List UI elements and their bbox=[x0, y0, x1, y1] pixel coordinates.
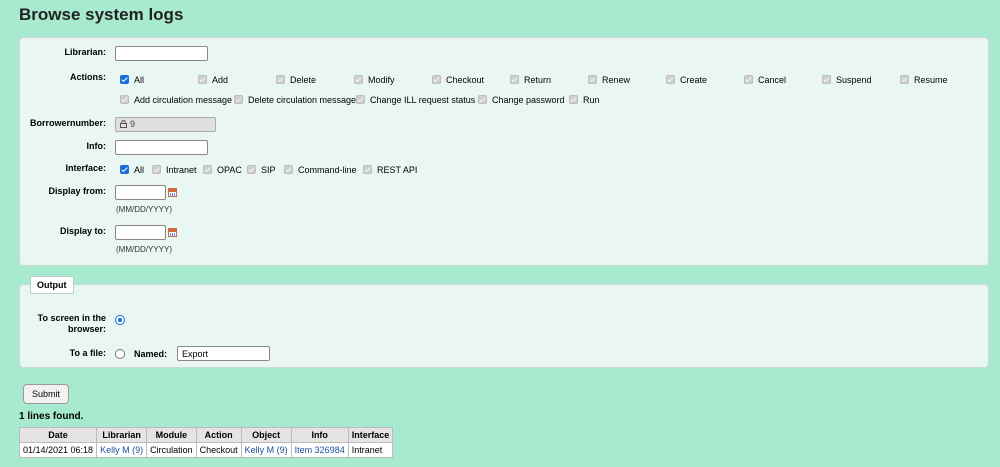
action-checkbox-cancel[interactable]: Cancel bbox=[744, 74, 786, 85]
display-to-input[interactable] bbox=[115, 225, 166, 240]
cell-module: Circulation bbox=[146, 442, 197, 458]
interface-checkbox-all[interactable]: All bbox=[120, 164, 144, 175]
librarian-label: Librarian: bbox=[64, 47, 106, 57]
interface-checkbox-opac[interactable]: OPAC bbox=[203, 164, 242, 175]
action-checkbox-renew[interactable]: Renew bbox=[588, 74, 630, 85]
object-link[interactable]: Kelly M (9) bbox=[245, 445, 288, 455]
column-header-date[interactable]: Date bbox=[18, 427, 98, 443]
display-from-input[interactable] bbox=[115, 185, 166, 200]
to-screen-label: To screen in the browser: bbox=[37, 313, 106, 334]
action-checkbox-delete-circulation-message[interactable]: Delete circulation message bbox=[234, 94, 356, 105]
output-panel: Output To screen in the browser: To a fi… bbox=[19, 276, 989, 368]
checkbox[interactable] bbox=[152, 165, 161, 174]
checkbox[interactable] bbox=[510, 75, 519, 84]
checkbox[interactable] bbox=[276, 75, 285, 84]
cell-date: 01/14/2021 06:18 bbox=[18, 442, 98, 458]
librarian-input[interactable] bbox=[115, 46, 208, 61]
action-checkbox-suspend[interactable]: Suspend bbox=[822, 74, 872, 85]
checkbox[interactable] bbox=[120, 165, 129, 174]
checkbox[interactable] bbox=[432, 75, 441, 84]
action-checkbox-add-circulation-message[interactable]: Add circulation message bbox=[120, 94, 232, 105]
column-header-action[interactable]: Action bbox=[195, 427, 242, 443]
output-legend: Output bbox=[30, 276, 74, 294]
action-checkbox-checkout[interactable]: Checkout bbox=[432, 74, 484, 85]
interface-label: Interface: bbox=[65, 163, 106, 173]
interface-checkbox-intranet[interactable]: Intranet bbox=[152, 164, 197, 175]
date-format-hint: (MM/DD/YYYY) bbox=[116, 245, 172, 254]
checkbox[interactable] bbox=[284, 165, 293, 174]
checkbox[interactable] bbox=[900, 75, 909, 84]
to-file-radio[interactable] bbox=[115, 349, 125, 359]
borrowernumber-field: 9 bbox=[115, 117, 216, 132]
interface-checkbox-rest-api[interactable]: REST API bbox=[363, 164, 417, 175]
column-header-info[interactable]: Info bbox=[290, 427, 349, 443]
column-header-module[interactable]: Module bbox=[146, 427, 197, 443]
table-row: 01/14/2021 06:18 Kelly M (9) Circulation… bbox=[18, 442, 394, 458]
date-format-hint: (MM/DD/YYYY) bbox=[116, 205, 172, 214]
checkbox[interactable] bbox=[588, 75, 597, 84]
info-input[interactable] bbox=[115, 140, 208, 155]
checkbox[interactable] bbox=[120, 95, 129, 104]
log-results-table: Date Librarian Module Action Object Info… bbox=[18, 427, 394, 458]
action-checkbox-change-password[interactable]: Change password bbox=[478, 94, 565, 105]
results-count: 1 lines found. bbox=[19, 411, 84, 422]
calendar-icon[interactable] bbox=[168, 188, 177, 197]
cell-object: Kelly M (9) bbox=[240, 442, 292, 458]
checkbox[interactable] bbox=[363, 165, 372, 174]
librarian-link[interactable]: Kelly M (9) bbox=[100, 445, 143, 455]
named-label: Named: bbox=[134, 349, 168, 359]
action-checkbox-delete[interactable]: Delete bbox=[276, 74, 316, 85]
checkbox[interactable] bbox=[478, 95, 487, 104]
actions-label: Actions: bbox=[70, 72, 106, 82]
checkbox[interactable] bbox=[354, 75, 363, 84]
action-checkbox-run[interactable]: Run bbox=[569, 94, 600, 105]
interface-checkbox-command-line[interactable]: Command-line bbox=[284, 164, 357, 175]
cell-interface: Intranet bbox=[347, 442, 394, 458]
interface-checkbox-sip[interactable]: SIP bbox=[247, 164, 276, 175]
display-to-label: Display to: bbox=[59, 226, 106, 236]
action-checkbox-resume[interactable]: Resume bbox=[900, 74, 948, 85]
checkbox[interactable] bbox=[744, 75, 753, 84]
calendar-icon[interactable] bbox=[168, 228, 177, 237]
cell-librarian: Kelly M (9) bbox=[96, 442, 148, 458]
checkbox[interactable] bbox=[198, 75, 207, 84]
search-criteria-panel: Librarian: Actions: All Add Delete Modif… bbox=[19, 37, 989, 266]
checkbox[interactable] bbox=[234, 95, 243, 104]
checkbox[interactable] bbox=[356, 95, 365, 104]
to-file-label: To a file: bbox=[69, 348, 106, 358]
page-title: Browse system logs bbox=[19, 5, 184, 24]
action-checkbox-modify[interactable]: Modify bbox=[354, 74, 395, 85]
item-link[interactable]: Item 326984 bbox=[295, 445, 345, 455]
action-checkbox-create[interactable]: Create bbox=[666, 74, 707, 85]
checkbox[interactable] bbox=[822, 75, 831, 84]
table-header-row: Date Librarian Module Action Object Info… bbox=[18, 427, 394, 443]
action-checkbox-change-ill-request-status[interactable]: Change ILL request status bbox=[356, 94, 475, 105]
to-screen-radio[interactable] bbox=[115, 315, 125, 325]
cell-info: Item 326984 bbox=[290, 442, 349, 458]
info-label: Info: bbox=[86, 141, 107, 151]
action-checkbox-all[interactable]: All bbox=[120, 74, 144, 85]
export-filename-input[interactable] bbox=[177, 346, 270, 361]
borrowernumber-label: Borrowernumber: bbox=[29, 118, 106, 128]
display-from-label: Display from: bbox=[48, 186, 106, 196]
checkbox[interactable] bbox=[120, 75, 129, 84]
column-header-object[interactable]: Object bbox=[240, 427, 292, 443]
checkbox[interactable] bbox=[203, 165, 212, 174]
column-header-librarian[interactable]: Librarian bbox=[96, 427, 148, 443]
checkbox[interactable] bbox=[666, 75, 675, 84]
action-checkbox-return[interactable]: Return bbox=[510, 74, 551, 85]
column-header-interface[interactable]: Interface bbox=[347, 427, 394, 443]
cell-action: Checkout bbox=[195, 442, 242, 458]
lock-icon bbox=[120, 120, 127, 128]
checkbox[interactable] bbox=[569, 95, 578, 104]
action-checkbox-add[interactable]: Add bbox=[198, 74, 228, 85]
checkbox[interactable] bbox=[247, 165, 256, 174]
submit-button[interactable]: Submit bbox=[23, 384, 69, 404]
